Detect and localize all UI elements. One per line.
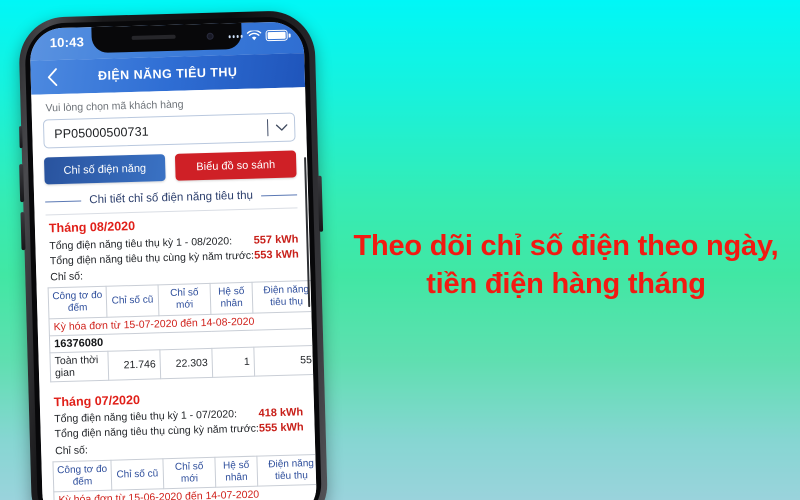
consumption-table: Công tơ đo đếm Chỉ số cũ Chỉ số mới Hệ s…	[48, 280, 318, 382]
month-prev-value: 553 kWh	[253, 247, 299, 262]
front-camera	[206, 32, 214, 40]
power-button[interactable]	[317, 175, 324, 232]
section-divider: Chi tiết chỉ số điện năng tiêu thụ	[45, 188, 298, 207]
select-separator	[266, 119, 269, 137]
divider-line-right	[260, 193, 298, 196]
app-content: Vui lòng chọn mã khách hàng PP0500050073…	[31, 87, 318, 500]
month-total-value: 557 kWh	[253, 232, 299, 247]
chevron-left-icon	[47, 68, 58, 86]
divider-line-left	[45, 199, 82, 202]
column-header-new-index: Chỉ số mới	[158, 283, 211, 316]
column-header-factor: Hệ số nhân	[214, 455, 258, 488]
cell-old-index: 21.746	[107, 349, 161, 380]
mute-switch[interactable]	[19, 126, 23, 149]
column-header-factor: Hệ số nhân	[210, 282, 253, 314]
cell-period: Toàn thời gian	[49, 350, 109, 382]
consumption-table: Công tơ đo đếm Chỉ số cũ Chỉ số mới Hệ s…	[52, 453, 318, 500]
customer-code-select[interactable]: PP05000500731	[42, 112, 296, 149]
customer-code-value: PP05000500731	[54, 124, 149, 141]
month-block: Tháng 08/2020 Tổng điện năng tiêu thụ kỳ…	[46, 208, 318, 382]
cell-new-index: 22.303	[159, 347, 213, 379]
section-divider-label: Chi tiết chỉ số điện năng tiêu thụ	[89, 189, 254, 207]
column-header-meter: Công tơ đo đếm	[48, 286, 107, 319]
earpiece-speaker	[131, 34, 176, 40]
month-block: Tháng 07/2020 Tổng điện năng tiêu thụ kỳ…	[50, 382, 318, 500]
promo-headline-line-1: Theo dõi chỉ số điện theo ngày,	[353, 230, 779, 262]
bieu-do-so-sanh-button[interactable]: Biểu đồ so sánh	[174, 150, 297, 181]
column-header-old-index: Chỉ số cũ	[106, 284, 159, 317]
cell-consumption: 557	[253, 344, 318, 376]
wifi-icon	[246, 30, 262, 41]
action-button-row: Chỉ số điện năng Biểu đồ so sánh	[43, 150, 297, 185]
month-prev-value: 555 kWh	[258, 421, 304, 435]
column-header-meter: Công tơ đo đếm	[52, 459, 112, 493]
phone-mockup: 10:43 ĐIỆN NĂNG TIÊU THỤ Vui lòng chọn m…	[18, 9, 329, 500]
column-header-new-index: Chỉ số mới	[162, 457, 216, 490]
promo-headline: Theo dõi chỉ số điện theo ngày, tiền điệ…	[340, 228, 792, 303]
battery-full-icon	[265, 29, 288, 42]
chevron-down-icon	[275, 123, 288, 131]
notch	[91, 22, 243, 54]
column-header-old-index: Chỉ số cũ	[110, 458, 164, 491]
chi-so-dien-nang-button[interactable]: Chỉ số điện năng	[43, 154, 166, 185]
cell-factor: 1	[211, 346, 255, 378]
month-total-value: 418 kWh	[258, 406, 304, 420]
back-button[interactable]	[40, 65, 65, 90]
status-bar-time: 10:43	[49, 34, 85, 51]
promo-headline-line-2: tiền điện hàng tháng	[426, 267, 706, 300]
table-row: Toàn thời gian 21.746 22.303 1 557	[49, 344, 318, 382]
status-bar-indicators	[228, 29, 288, 43]
signal-dots-icon	[228, 35, 243, 39]
page-title: ĐIỆN NĂNG TIÊU THỤ	[97, 65, 238, 83]
phone-screen: 10:43 ĐIỆN NĂNG TIÊU THỤ Vui lòng chọn m…	[29, 21, 318, 500]
column-header-consumption: Điện năng tiêu thụ	[256, 453, 318, 487]
